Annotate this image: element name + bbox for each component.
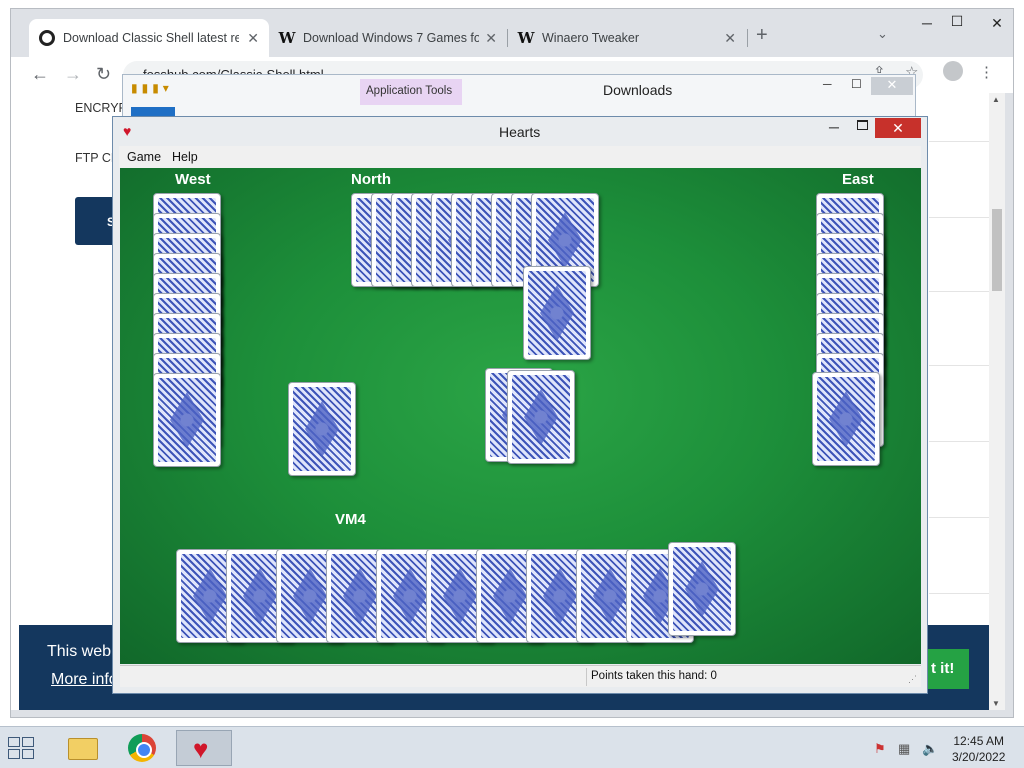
resize-grip-icon[interactable]: ⋰ (908, 674, 917, 685)
fosshub-icon (39, 30, 55, 46)
volume-muted-icon[interactable]: 🔈 (922, 741, 938, 757)
status-separator (586, 668, 587, 686)
tab-close-icon[interactable]: ✕ (485, 30, 497, 47)
taskbar-hearts[interactable]: ♥ (176, 730, 232, 766)
minimize-icon[interactable]: ─ (915, 15, 939, 31)
close-icon[interactable]: ✕ (871, 77, 913, 95)
chrome-icon (128, 734, 156, 762)
played-card-north (523, 266, 591, 360)
application-tools-tab[interactable]: Application Tools (360, 79, 462, 105)
clock-date: 3/20/2022 (952, 750, 1006, 764)
player-west-label: West (175, 171, 211, 188)
taskbar: ♥ ⚑ ▦ 🔈 12:45 AM 3/20/2022 (0, 726, 1024, 768)
new-tab-button[interactable]: + (756, 24, 768, 47)
folder-icon (68, 738, 98, 760)
maximize-icon[interactable] (857, 120, 868, 130)
tab-close-icon[interactable]: ✕ (724, 30, 736, 47)
tab-winaero-tweaker[interactable]: W Winaero Tweaker ✕ (508, 19, 746, 57)
status-bar: Points taken this hand: 0 ⋰ (120, 665, 921, 687)
quick-access-toolbar-icons[interactable]: ▮▮▮▾ (131, 81, 173, 95)
menu-game[interactable]: Game (127, 150, 161, 164)
played-card-center (507, 370, 575, 464)
tab-separator (747, 29, 748, 47)
page-scrollbar[interactable]: ▲ ▼ (989, 93, 1005, 710)
taskbar-chrome[interactable] (114, 730, 170, 766)
forward-icon[interactable]: → (64, 64, 82, 85)
menu-kebab-icon[interactable]: ⋮ (979, 63, 994, 81)
player-north-label: North (351, 171, 391, 188)
tab-strip: Download Classic Shell latest rele ✕ W D… (11, 9, 1013, 59)
scroll-up-icon[interactable]: ▲ (992, 95, 1000, 104)
encryption-row: ENCRYP (75, 101, 127, 115)
player-south-label: VM4 (335, 511, 366, 528)
tab-title: Download Classic Shell latest rele (63, 31, 239, 45)
east-card (812, 372, 880, 466)
points-status: Points taken this hand: 0 (591, 670, 717, 682)
close-icon[interactable]: ✕ (875, 118, 921, 138)
winaero-icon: W (278, 29, 296, 47)
tab-title: Winaero Tweaker (542, 31, 640, 45)
close-icon[interactable]: ✕ (985, 15, 1009, 32)
back-icon[interactable]: ← (31, 64, 49, 85)
explorer-title: Downloads (603, 82, 673, 98)
tab-close-icon[interactable]: ✕ (247, 30, 259, 47)
maximize-icon[interactable]: ☐ (945, 13, 969, 30)
network-icon[interactable]: ▦ (898, 741, 910, 757)
start-button[interactable] (8, 737, 36, 761)
action-center-icon[interactable]: ⚑ (874, 741, 886, 757)
west-card (153, 373, 221, 467)
reload-icon[interactable]: ↻ (96, 64, 111, 85)
maximize-icon[interactable]: ☐ (851, 77, 862, 91)
scroll-thumb[interactable] (992, 209, 1002, 291)
cookie-accept-button[interactable]: t it! (925, 649, 969, 689)
player-east-label: East (842, 171, 874, 188)
minimize-icon[interactable]: ─ (823, 77, 832, 91)
player-hand-card[interactable] (668, 542, 736, 636)
clock-time: 12:45 AM (953, 734, 1005, 748)
taskbar-file-explorer[interactable] (54, 730, 110, 766)
system-clock[interactable]: 12:45 AM 3/20/2022 (952, 733, 1005, 765)
tab-search-icon[interactable]: ⌄ (877, 26, 888, 42)
cookie-text: This web (47, 643, 112, 660)
hearts-titlebar: ♥ Hearts ─ ✕ (113, 117, 927, 145)
hearts-app-icon: ♥ (123, 123, 132, 139)
hearts-window: ♥ Hearts ─ ✕ Game Help West North East V… (112, 116, 928, 694)
menu-bar: Game Help (119, 146, 921, 168)
tab-windows-7-games[interactable]: W Download Windows 7 Games for ✕ (269, 19, 507, 57)
profile-avatar-icon[interactable] (943, 61, 963, 81)
winaero-icon: W (517, 29, 535, 47)
tab-title: Download Windows 7 Games for (303, 31, 479, 45)
game-table: West North East VM4 (120, 168, 921, 664)
menu-help[interactable]: Help (172, 150, 198, 164)
minimize-icon[interactable]: ─ (829, 119, 839, 135)
played-card-west (288, 382, 356, 476)
hearts-icon: ♥ (193, 734, 209, 764)
tab-classic-shell[interactable]: Download Classic Shell latest rele ✕ (29, 19, 269, 57)
more-info-link[interactable]: More info (51, 671, 118, 689)
window-title: Hearts (499, 124, 541, 140)
scroll-down-icon[interactable]: ▼ (992, 699, 1000, 708)
